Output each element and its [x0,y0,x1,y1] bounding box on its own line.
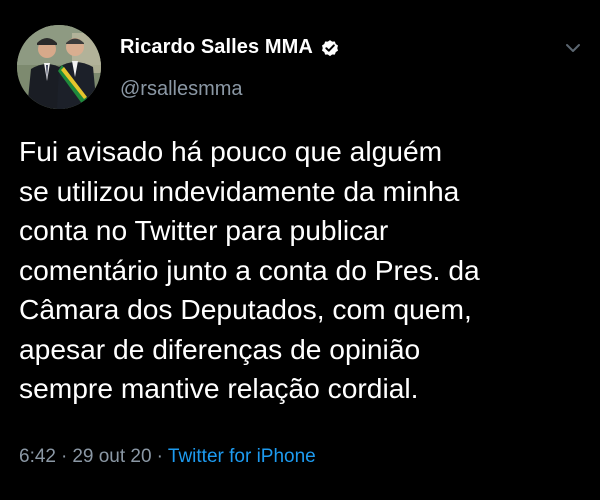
chevron-down-icon[interactable] [563,41,583,55]
author-name-row: Ricardo Salles MMA [120,36,340,59]
tweet-meta: 6:42 · 29 out 20 · Twitter for iPhone [19,446,316,468]
tweet-card: Ricardo Salles MMA @rsallesmma Fui avisa… [0,0,600,500]
meta-separator: · [60,446,68,467]
author-display-name[interactable]: Ricardo Salles MMA [120,36,313,59]
tweet-date[interactable]: 29 out 20 [72,446,151,467]
tweet-text: Fui avisado há pouco que alguém se utili… [19,135,480,404]
meta-separator: · [156,446,163,467]
author-avatar[interactable] [17,25,101,109]
tweet-source-link[interactable]: Twitter for iPhone [168,446,316,467]
verified-badge-icon [321,39,338,56]
author-handle[interactable]: @rsallesmma [120,78,243,101]
tweet-time[interactable]: 6:42 [19,446,56,467]
avatar-photo-icon [17,25,101,109]
